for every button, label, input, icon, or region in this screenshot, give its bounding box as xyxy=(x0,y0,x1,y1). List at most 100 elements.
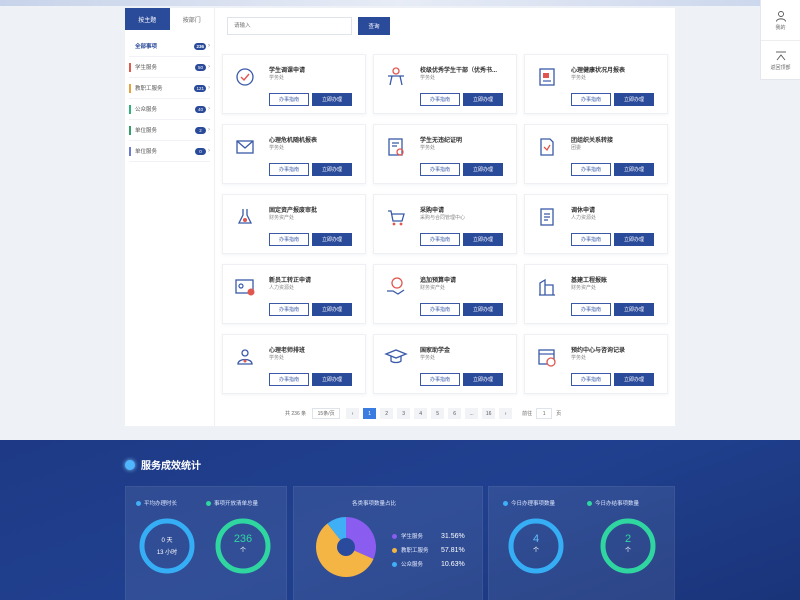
apply-now-button[interactable]: 立即办理 xyxy=(614,233,654,246)
guide-button[interactable]: 办事指南 xyxy=(571,303,611,316)
service-card-actions: 办事指南 立即办理 xyxy=(269,163,352,176)
category-count-badge: 2 xyxy=(195,126,206,134)
user-icon xyxy=(775,10,786,22)
category-item[interactable]: 单位服务 2 › xyxy=(129,120,210,141)
guide-button[interactable]: 办事指南 xyxy=(269,303,309,316)
chevron-right-icon: › xyxy=(208,43,210,49)
category-count-badge: 40 xyxy=(195,105,206,113)
guide-button[interactable]: 办事指南 xyxy=(420,93,460,106)
search-input[interactable] xyxy=(227,17,352,35)
service-card[interactable]: 团组织关系转接 团委 办事指南 立即办理 xyxy=(524,124,668,184)
guide-button[interactable]: 办事指南 xyxy=(571,163,611,176)
page-number-button[interactable]: ... xyxy=(465,408,479,419)
category-sidebar: 按主题 按部门 全部事项 236 › 学生服务 50 › 教职工服务 121 › 公众服务 40 › 单… xyxy=(125,8,215,426)
guide-button[interactable]: 办事指南 xyxy=(571,233,611,246)
service-card-department: 学务处 xyxy=(269,75,285,81)
service-card[interactable]: 国家助学金 学务处 办事指南 立即办理 xyxy=(373,334,517,394)
service-card-title: 校级优秀学生干部（优秀书... xyxy=(420,68,498,74)
legend-percent: 10.63% xyxy=(441,560,465,568)
apply-now-button[interactable]: 立即办理 xyxy=(463,93,503,106)
guide-button[interactable]: 办事指南 xyxy=(420,163,460,176)
apply-now-button[interactable]: 立即办理 xyxy=(312,163,352,176)
apply-now-button[interactable]: 立即办理 xyxy=(614,303,654,316)
service-card[interactable]: 预约中心与咨询记录 学务处 办事指南 立即办理 xyxy=(524,334,668,394)
my-account-button[interactable]: 我的 xyxy=(761,0,800,40)
counselor-icon xyxy=(233,345,257,369)
guide-button[interactable]: 办事指南 xyxy=(420,233,460,246)
page-number-button[interactable]: 5 xyxy=(431,408,445,419)
service-card[interactable]: 固定资产报废审批 财务资产处 办事指南 立即办理 xyxy=(222,194,366,254)
avg-time-text: 0 天 13 小时 xyxy=(156,538,178,556)
guide-button[interactable]: 办事指南 xyxy=(269,373,309,386)
apply-now-button[interactable]: 立即办理 xyxy=(463,163,503,176)
guide-button[interactable]: 办事指南 xyxy=(571,373,611,386)
apply-now-button[interactable]: 立即办理 xyxy=(312,303,352,316)
page-number-button[interactable]: 1 xyxy=(363,408,377,419)
legend-row: 公众服务 10.63% xyxy=(392,557,465,571)
flask-icon xyxy=(233,205,257,229)
category-count-badge: 0 xyxy=(195,147,206,155)
service-card-actions: 办事指南 立即办理 xyxy=(420,303,503,316)
guide-button[interactable]: 办事指南 xyxy=(269,163,309,176)
floating-toolbar: 我的 返回顶部 xyxy=(760,0,800,80)
page-number-button[interactable]: 16 xyxy=(482,408,496,419)
prev-page-button[interactable]: ‹ xyxy=(346,408,360,419)
apply-now-button[interactable]: 立即办理 xyxy=(614,373,654,386)
service-card-actions: 办事指南 立即办理 xyxy=(420,93,503,106)
service-card[interactable]: 学生无违纪证明 学务处 办事指南 立即办理 xyxy=(373,124,517,184)
legend-row: 学生服务 31.56% xyxy=(392,529,465,543)
legend-dot-icon xyxy=(392,547,397,553)
service-card[interactable]: 心理危机随机报表 学务处 办事指南 立即办理 xyxy=(222,124,366,184)
page-size-select[interactable]: 15条/页 xyxy=(312,408,341,419)
category-item[interactable]: 单位服务 0 › xyxy=(129,141,210,162)
category-item-label: 教职工服务 xyxy=(135,86,163,92)
certificate-icon xyxy=(384,135,408,159)
apply-now-button[interactable]: 立即办理 xyxy=(312,373,352,386)
category-item[interactable]: 全部事项 236 › xyxy=(129,36,210,57)
guide-button[interactable]: 办事指南 xyxy=(269,93,309,106)
apply-now-button[interactable]: 立即办理 xyxy=(463,373,503,386)
tab-by-topic[interactable]: 按主题 xyxy=(125,8,170,30)
service-card-department: 财务资产处 xyxy=(571,285,597,291)
guide-button[interactable]: 办事指南 xyxy=(420,303,460,316)
cart-icon xyxy=(384,205,408,229)
next-page-button[interactable]: › xyxy=(499,408,513,419)
search-bar: 查询 xyxy=(227,17,390,35)
page-number-button[interactable]: 6 xyxy=(448,408,462,419)
service-card[interactable]: 调休申请 人力资源处 办事指南 立即办理 xyxy=(524,194,668,254)
apply-now-button[interactable]: 立即办理 xyxy=(312,233,352,246)
service-card[interactable]: 心理健康状况月报表 学务处 办事指南 立即办理 xyxy=(524,54,668,114)
legend-percent: 57.81% xyxy=(441,546,465,554)
page-number-button[interactable]: 4 xyxy=(414,408,428,419)
service-card-department: 财务资产处 xyxy=(269,215,295,221)
service-card[interactable]: 基建工程报账 财务资产处 办事指南 立即办理 xyxy=(524,264,668,324)
category-item[interactable]: 公众服务 40 › xyxy=(129,99,210,120)
category-item[interactable]: 学生服务 50 › xyxy=(129,57,210,78)
service-card[interactable]: 采购申请 采购与合同管理中心 办事指南 立即办理 xyxy=(373,194,517,254)
service-card[interactable]: 校级优秀学生干部（优秀书... 学务处 办事指南 立即办理 xyxy=(373,54,517,114)
search-button[interactable]: 查询 xyxy=(358,17,390,35)
apply-now-button[interactable]: 立即办理 xyxy=(614,93,654,106)
category-item[interactable]: 教职工服务 121 › xyxy=(129,78,210,99)
apply-now-button[interactable]: 立即办理 xyxy=(312,93,352,106)
page-number-button[interactable]: 3 xyxy=(397,408,411,419)
apply-now-button[interactable]: 立即办理 xyxy=(463,303,503,316)
service-card[interactable]: 新员工转正申请 人力资源处 办事指南 立即办理 xyxy=(222,264,366,324)
service-card[interactable]: 学生调课申请 学务处 办事指南 立即办理 xyxy=(222,54,366,114)
guide-button[interactable]: 办事指南 xyxy=(420,373,460,386)
apply-now-button[interactable]: 立即办理 xyxy=(463,233,503,246)
service-card-actions: 办事指南 立即办理 xyxy=(571,93,654,106)
guide-button[interactable]: 办事指南 xyxy=(571,93,611,106)
page-number-button[interactable]: 2 xyxy=(380,408,394,419)
apply-now-button[interactable]: 立即办理 xyxy=(614,163,654,176)
back-to-top-button[interactable]: 返回顶部 xyxy=(761,40,800,80)
service-card[interactable]: 心理老师排班 学务处 办事指南 立即办理 xyxy=(222,334,366,394)
goto-page-input[interactable]: 1 xyxy=(536,408,553,419)
service-card[interactable]: 追加预算申请 财务资产处 办事指南 立即办理 xyxy=(373,264,517,324)
guide-button[interactable]: 办事指南 xyxy=(269,233,309,246)
tab-by-department[interactable]: 按部门 xyxy=(170,8,215,30)
category-item-label: 全部事项 xyxy=(135,44,158,50)
service-card-actions: 办事指南 立即办理 xyxy=(269,303,352,316)
document-icon xyxy=(535,205,559,229)
envelope-icon xyxy=(233,135,257,159)
